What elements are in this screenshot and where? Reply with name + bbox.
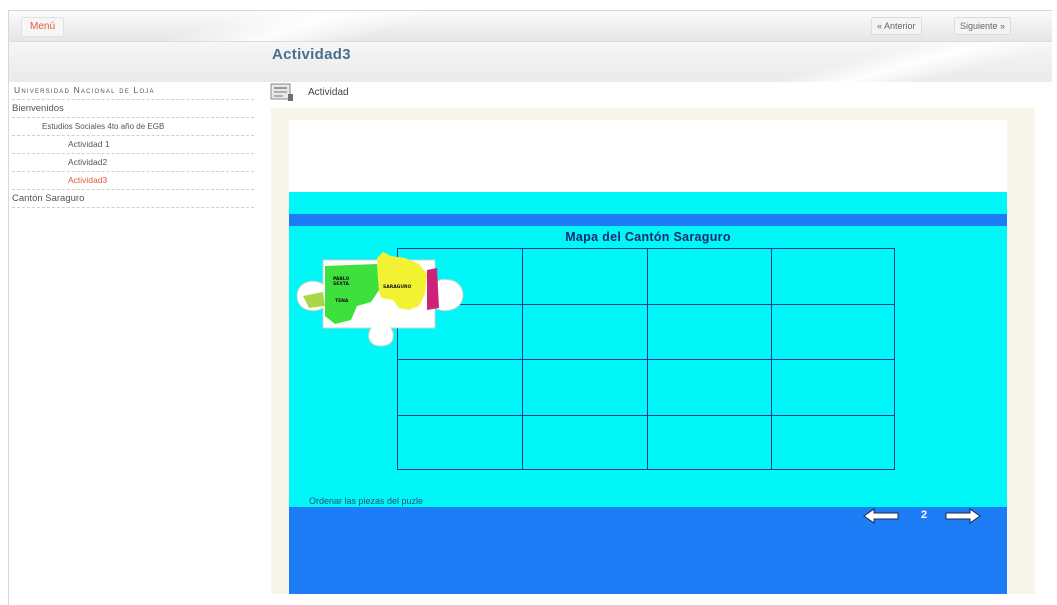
top-bar: Menú « Anterior Siguiente »: [9, 11, 1052, 42]
sidebar-item-actividad3[interactable]: Actividad3: [12, 172, 254, 190]
header-decoration: [769, 42, 1052, 82]
piece-label-pablo-sexta-2: SEXTA: [333, 281, 350, 287]
puzzle-piece[interactable]: PABLO SEXTA SARAGURO TENA: [295, 250, 475, 350]
section-label: Actividad: [308, 87, 349, 98]
blue-strip: [289, 214, 1007, 226]
puzzle-instruction: Ordenar las piezas del puzle: [309, 496, 424, 506]
sidebar-nav: Universidad Nacional de Loja Bienvenidos…: [8, 82, 258, 208]
sidebar-item-actividad2[interactable]: Actividad2: [12, 154, 254, 172]
piece-label-saraguro: SARAGURO: [383, 284, 411, 290]
piece-label-tena: TENA: [335, 298, 349, 304]
previous-button[interactable]: « Anterior: [871, 17, 922, 35]
arrow-right-icon[interactable]: [945, 508, 981, 524]
puzzle-footer: [289, 507, 1007, 594]
arrow-left-icon[interactable]: [863, 508, 899, 524]
activity-white-area: [289, 120, 1007, 192]
sidebar-item-estudios-sociales[interactable]: Estudios Sociales 4to año de EGB: [12, 118, 254, 136]
next-button[interactable]: Siguiente »: [954, 17, 1012, 35]
grid-line: [398, 415, 894, 416]
site-title[interactable]: Universidad Nacional de Loja: [12, 82, 254, 100]
sidebar-item-canton-saraguro[interactable]: Cantón Saraguro: [12, 190, 254, 208]
top-bar-decoration: [89, 11, 509, 41]
page-number: 2: [921, 509, 928, 521]
sidebar-item-bienvenidos[interactable]: Bienvenidos: [12, 100, 254, 118]
grid-line: [398, 359, 894, 360]
puzzle-title: Mapa del Cantón Saraguro: [565, 230, 731, 244]
document-icon: [270, 83, 293, 101]
header-band: [9, 42, 1052, 82]
sidebar-item-actividad-1[interactable]: Actividad 1: [12, 136, 254, 154]
page-title: Actividad3: [272, 46, 351, 63]
menu-button[interactable]: Menú: [21, 17, 65, 37]
